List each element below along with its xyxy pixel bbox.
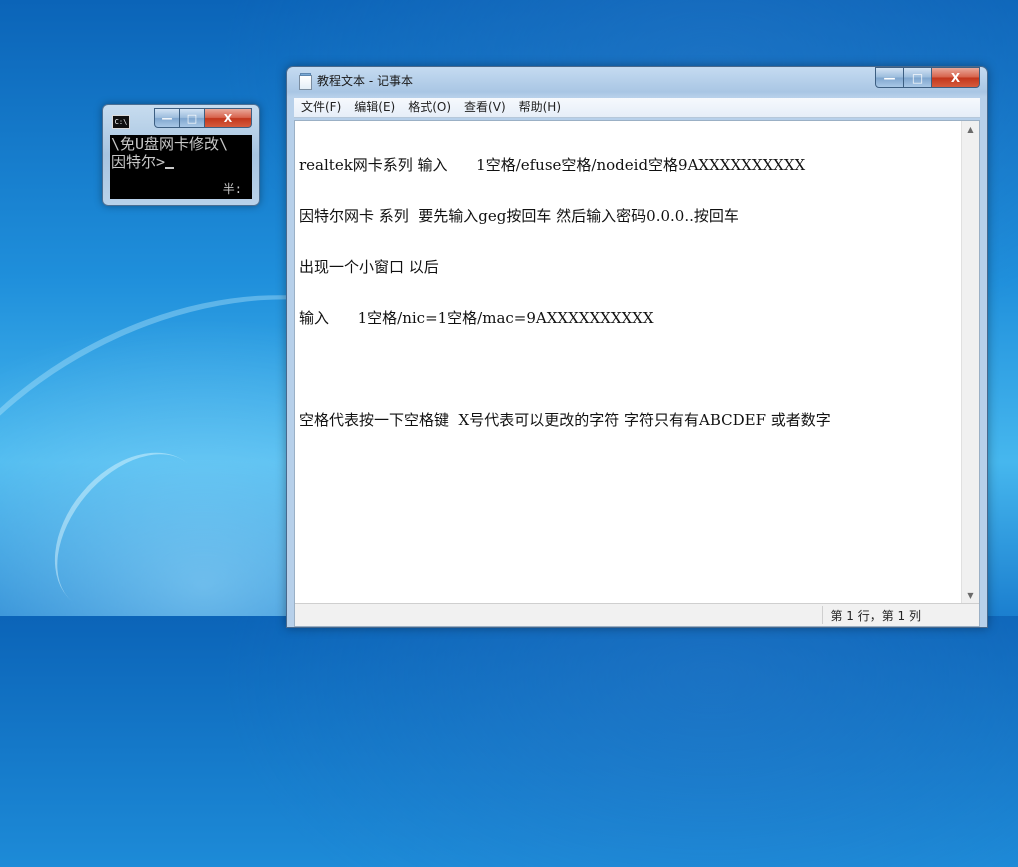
scroll-down-icon[interactable]: ▼ [962, 587, 979, 604]
text-line-2: 因特尔网卡 系列 要先输入geg按回车 然后输入密码0.0.0..按回车 [299, 207, 739, 225]
window-title: 教程文本 - 记事本 [317, 74, 413, 88]
cmd-window-controls: — □ X [154, 108, 252, 128]
cmd-cursor [165, 167, 175, 169]
status-bar: 第 1 行，第 1 列 [295, 603, 979, 626]
cmd-line-path: \免U盘网卡修改\ [111, 135, 229, 153]
document-text[interactable]: realtek网卡系列 输入 1空格/efuse空格/nodeid空格9AXXX… [299, 123, 957, 463]
notepad-window-controls: — □ X [875, 67, 980, 88]
text-line-6: 空格代表按一下空格键 X号代表可以更改的字符 字符只有有ABCDEF 或者数字 [299, 411, 831, 429]
cmd-window[interactable]: C:\ — □ X \免U盘网卡修改\ 因特尔> 半: [102, 104, 260, 206]
cmd-prompt-text: 因特尔> [111, 153, 166, 171]
cmd-app-icon[interactable]: C:\ [112, 115, 130, 129]
vertical-scrollbar[interactable]: ▲ ▼ [961, 121, 979, 604]
notepad-window[interactable]: 教程文本 - 记事本 — □ X 文件(F) 编辑(E) 格式(O) 查看(V)… [286, 66, 988, 628]
cmd-line-prompt: 因特尔> [110, 153, 252, 171]
cmd-maximize-button[interactable]: □ [180, 108, 205, 128]
notepad-maximize-button[interactable]: □ [904, 67, 932, 88]
scroll-up-icon[interactable]: ▲ [962, 121, 979, 138]
notepad-close-button[interactable]: X [932, 67, 980, 88]
text-line-5 [299, 361, 957, 378]
menu-edit[interactable]: 编辑(E) [347, 98, 401, 117]
menu-help[interactable]: 帮助(H) [512, 98, 567, 117]
text-line-3: 出现一个小窗口 以后 [299, 258, 439, 276]
menu-file[interactable]: 文件(F) [294, 98, 347, 117]
cmd-console[interactable]: \免U盘网卡修改\ 因特尔> 半: [110, 135, 252, 199]
text-line-4: 输入 1空格/nic=1空格/mac=9AXXXXXXXXXX [299, 309, 654, 327]
text-line-1: realtek网卡系列 输入 1空格/efuse空格/nodeid空格9AXXX… [299, 156, 806, 174]
text-editor[interactable]: realtek网卡系列 输入 1空格/efuse空格/nodeid空格9AXXX… [294, 120, 980, 627]
status-separator [822, 606, 823, 624]
menu-format[interactable]: 格式(O) [401, 98, 457, 117]
cmd-minimize-button[interactable]: — [154, 108, 180, 128]
cmd-close-button[interactable]: X [205, 108, 252, 128]
menu-view[interactable]: 查看(V) [457, 98, 512, 117]
menu-bar: 文件(F) 编辑(E) 格式(O) 查看(V) 帮助(H) [294, 98, 980, 118]
ime-status: 半: [222, 182, 242, 196]
notepad-minimize-button[interactable]: — [875, 67, 904, 88]
notepad-app-icon[interactable] [299, 73, 312, 90]
